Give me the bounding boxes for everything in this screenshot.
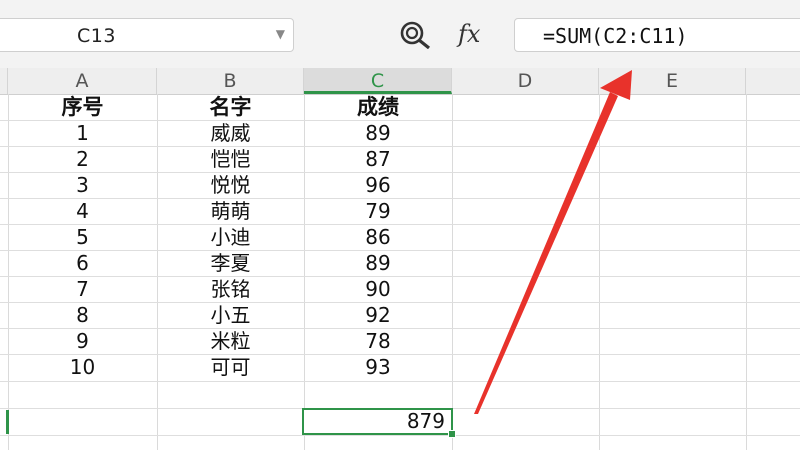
table-header-row: 序号 名字 成绩 — [0, 94, 800, 120]
cell-name[interactable]: 威威 — [157, 120, 304, 146]
cell-name[interactable]: 萌萌 — [157, 198, 304, 224]
cell-name[interactable]: 李夏 — [157, 250, 304, 276]
cell-index[interactable]: 5 — [8, 224, 157, 250]
selected-cell-total[interactable]: 879 — [302, 408, 453, 435]
cell-name[interactable]: 可可 — [157, 354, 304, 380]
table-row: 6 李夏 89 — [0, 250, 800, 276]
cell-name[interactable]: 悦悦 — [157, 172, 304, 198]
cell-name[interactable]: 小迪 — [157, 224, 304, 250]
cell-index[interactable]: 7 — [8, 276, 157, 302]
column-header-a[interactable]: A — [8, 68, 157, 94]
cell-index[interactable]: 4 — [8, 198, 157, 224]
cell-name[interactable]: 张铭 — [157, 276, 304, 302]
column-header-d[interactable]: D — [452, 68, 599, 94]
table-row: 2 恺恺 87 — [0, 146, 800, 172]
row-header-corner[interactable] — [0, 68, 8, 94]
cell-index[interactable]: 9 — [8, 328, 157, 354]
zoom-icon[interactable] — [398, 21, 438, 49]
column-header-e[interactable]: E — [599, 68, 746, 94]
total-row: 879 — [0, 408, 800, 438]
name-box-value: C13 — [77, 25, 116, 47]
cell-index[interactable]: 10 — [8, 354, 157, 380]
cell-score[interactable]: 96 — [304, 172, 452, 198]
cell-index[interactable]: 2 — [8, 146, 157, 172]
cell-index[interactable]: 8 — [8, 302, 157, 328]
table-row: 8 小五 92 — [0, 302, 800, 328]
cell-score[interactable]: 86 — [304, 224, 452, 250]
cell-name[interactable]: 米粒 — [157, 328, 304, 354]
cell-score[interactable]: 79 — [304, 198, 452, 224]
name-box[interactable]: C13 ▼ — [0, 18, 294, 52]
chevron-down-icon[interactable]: ▼ — [276, 27, 285, 41]
cell-index[interactable]: 3 — [8, 172, 157, 198]
cell-score[interactable]: 92 — [304, 302, 452, 328]
column-header-c[interactable]: C — [304, 68, 452, 94]
cell-index[interactable]: 6 — [8, 250, 157, 276]
cell-score[interactable]: 78 — [304, 328, 452, 354]
cell-score[interactable]: 89 — [304, 250, 452, 276]
cell-index[interactable]: 1 — [8, 120, 157, 146]
cell-score[interactable]: 93 — [304, 354, 452, 380]
header-cell-name[interactable]: 名字 — [157, 94, 304, 120]
table-row: 10 可可 93 — [0, 354, 800, 380]
cell-score[interactable]: 90 — [304, 276, 452, 302]
fill-handle[interactable] — [448, 430, 456, 438]
table-row: 4 萌萌 79 — [0, 198, 800, 224]
function-icon[interactable]: fx — [458, 20, 480, 48]
table-row: 7 张铭 90 — [0, 276, 800, 302]
formula-input[interactable]: =SUM(C2:C11) — [514, 18, 800, 52]
header-cell-score[interactable]: 成绩 — [304, 94, 452, 120]
cell-name[interactable]: 小五 — [157, 302, 304, 328]
column-header-row: A B C D E — [0, 68, 800, 95]
formula-text: =SUM(C2:C11) — [543, 24, 688, 48]
column-header-b[interactable]: B — [157, 68, 304, 94]
table-row: 3 悦悦 96 — [0, 172, 800, 198]
cell-score[interactable]: 89 — [304, 120, 452, 146]
spreadsheet-grid[interactable]: 序号 名字 成绩 1 威威 89 2 恺恺 87 3 悦悦 96 4 萌萌 79… — [0, 94, 800, 450]
table-row: 5 小迪 86 — [0, 224, 800, 250]
column-header-f[interactable] — [746, 68, 800, 94]
cell-score[interactable]: 87 — [304, 146, 452, 172]
table-row: 9 米粒 78 — [0, 328, 800, 354]
formula-bar: C13 ▼ fx =SUM(C2:C11) — [0, 0, 800, 68]
table-row: 1 威威 89 — [0, 120, 800, 146]
header-cell-index[interactable]: 序号 — [8, 94, 157, 120]
cell-name[interactable]: 恺恺 — [157, 146, 304, 172]
